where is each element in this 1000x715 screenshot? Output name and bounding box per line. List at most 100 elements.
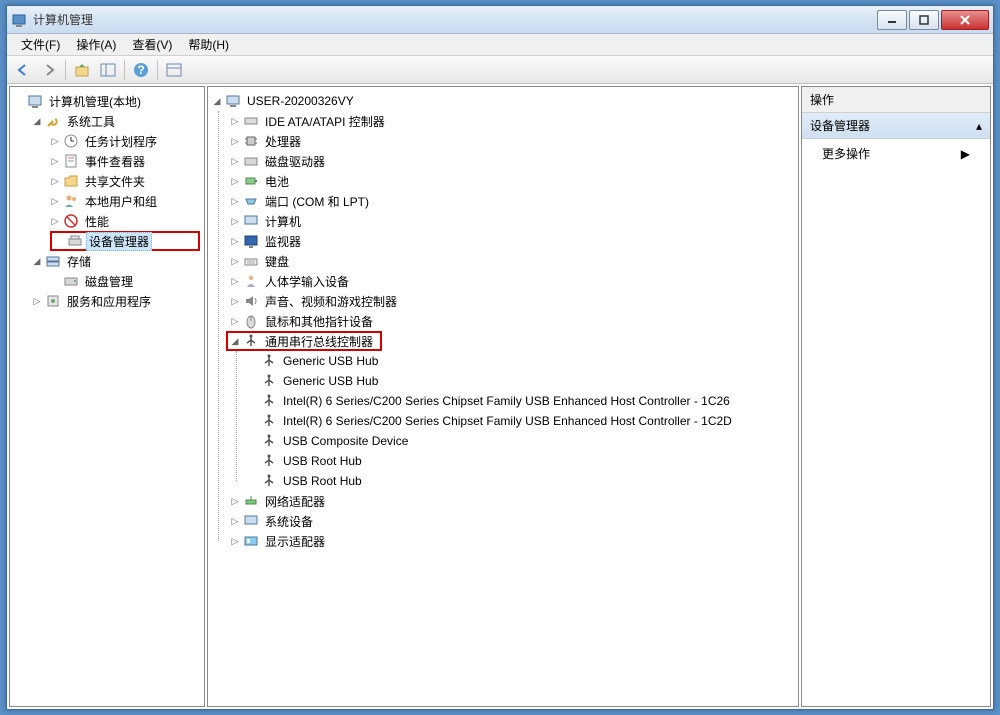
usb-children: Generic USB HubGeneric USB HubIntel(R) 6… <box>228 351 796 491</box>
collapse-icon[interactable]: ◢ <box>30 254 44 268</box>
expand-icon[interactable]: ▷ <box>228 254 242 268</box>
tree-root-computer-mgmt[interactable]: 计算机管理(本地) <box>12 91 202 111</box>
expand-icon[interactable]: ▷ <box>48 134 62 148</box>
device-monitor[interactable]: ▷监视器 <box>228 231 796 251</box>
device-ide[interactable]: ▷ IDE ATA/ATAPI 控制器 <box>228 111 796 131</box>
minimize-button[interactable] <box>877 10 907 30</box>
tree-label: IDE ATA/ATAPI 控制器 <box>262 112 388 131</box>
device-disk-drives[interactable]: ▷磁盘驱动器 <box>228 151 796 171</box>
help-button[interactable]: ? <box>129 58 153 82</box>
tree-label: 声音、视频和游戏控制器 <box>262 292 400 311</box>
forward-button[interactable] <box>37 58 61 82</box>
tree-storage[interactable]: ◢ 存储 <box>30 251 202 271</box>
usb-device-item[interactable]: USB Root Hub <box>246 451 796 471</box>
titlebar: 计算机管理 <box>7 6 993 34</box>
device-battery[interactable]: ▷电池 <box>228 171 796 191</box>
expand-icon[interactable]: ▷ <box>228 534 242 548</box>
device-ports[interactable]: ▷端口 (COM 和 LPT) <box>228 191 796 211</box>
device-keyboard[interactable]: ▷键盘 <box>228 251 796 271</box>
usb-device-item[interactable]: Intel(R) 6 Series/C200 Series Chipset Fa… <box>246 411 796 431</box>
device-usb-controllers[interactable]: ◢通用串行总线控制器 <box>226 331 382 351</box>
device-hid[interactable]: ▷人体学输入设备 <box>228 271 796 291</box>
collapse-icon[interactable]: ◢ <box>30 114 44 128</box>
expand-icon[interactable]: ▷ <box>228 214 242 228</box>
tree-performance[interactable]: ▷ 性能 <box>48 211 202 231</box>
expand-icon[interactable]: ▷ <box>30 294 44 308</box>
tree-device-manager[interactable]: 设备管理器 <box>50 231 200 251</box>
device-mouse[interactable]: ▷鼠标和其他指针设备 <box>228 311 796 331</box>
maximize-button[interactable] <box>909 10 939 30</box>
usb-device-item[interactable]: Intel(R) 6 Series/C200 Series Chipset Fa… <box>246 391 796 411</box>
device-system[interactable]: ▷系统设备 <box>228 511 796 531</box>
menu-file[interactable]: 文件(F) <box>13 34 68 55</box>
usb-device-item[interactable]: Generic USB Hub <box>246 371 796 391</box>
tree-services[interactable]: ▷ 服务和应用程序 <box>30 291 202 311</box>
menu-view[interactable]: 查看(V) <box>124 34 180 55</box>
actions-section[interactable]: 设备管理器 ▴ <box>802 113 990 139</box>
expand-icon[interactable]: ▷ <box>228 234 242 248</box>
up-button[interactable] <box>70 58 94 82</box>
device-display[interactable]: ▷显示适配器 <box>228 531 796 551</box>
expander-icon[interactable] <box>52 234 66 248</box>
expand-icon[interactable]: ▷ <box>228 494 242 508</box>
tree-label: Generic USB Hub <box>280 353 381 369</box>
expander-icon[interactable] <box>12 94 26 108</box>
device-network[interactable]: ▷ 网络适配器 <box>228 491 796 511</box>
system-device-icon <box>243 513 259 529</box>
tree-label: 性能 <box>82 212 112 231</box>
tools-icon <box>45 113 61 129</box>
expand-icon[interactable]: ▷ <box>228 154 242 168</box>
left-panel: 计算机管理(本地) ◢ 系统工具 ▷ 任务计划程序 <box>9 86 205 707</box>
usb-device-item[interactable]: Generic USB Hub <box>246 351 796 371</box>
device-tree: ◢ USER-20200326VY ▷ IDE ATA/ATAPI 控制器 ▷处理… <box>208 87 798 555</box>
close-button[interactable] <box>941 10 989 30</box>
usb-device-icon <box>261 433 277 449</box>
expand-icon[interactable]: ▷ <box>228 294 242 308</box>
usb-device-item[interactable]: USB Composite Device <box>246 431 796 451</box>
performance-icon <box>63 213 79 229</box>
tree-system-tools[interactable]: ◢ 系统工具 <box>30 111 202 131</box>
device-computer[interactable]: ▷计算机 <box>228 211 796 231</box>
menu-help[interactable]: 帮助(H) <box>180 34 237 55</box>
device-manager-icon <box>67 233 83 249</box>
tree-task-scheduler[interactable]: ▷ 任务计划程序 <box>48 131 202 151</box>
expand-icon[interactable]: ▷ <box>48 214 62 228</box>
expander-icon[interactable] <box>48 274 62 288</box>
back-button[interactable] <box>11 58 35 82</box>
device-sound[interactable]: ▷ 声音、视频和游戏控制器 <box>228 291 796 311</box>
expand-icon[interactable]: ▷ <box>48 194 62 208</box>
tree-label: 网络适配器 <box>262 492 328 511</box>
expand-icon[interactable]: ▷ <box>48 154 62 168</box>
toolbar-separator <box>157 60 158 80</box>
expand-icon[interactable]: ▷ <box>228 274 242 288</box>
tree-label: 系统工具 <box>64 112 118 131</box>
show-hide-tree-button[interactable] <box>96 58 120 82</box>
collapse-triangle-icon: ▴ <box>976 119 982 133</box>
expand-icon[interactable]: ▷ <box>228 514 242 528</box>
expand-icon[interactable]: ▷ <box>228 114 242 128</box>
window-controls <box>875 10 989 30</box>
menu-action[interactable]: 操作(A) <box>68 34 124 55</box>
tree-shared-folders[interactable]: ▷ 共享文件夹 <box>48 171 202 191</box>
device-cpu[interactable]: ▷处理器 <box>228 131 796 151</box>
toolbar: ? <box>7 56 993 84</box>
more-actions[interactable]: 更多操作 ▶ <box>802 139 990 168</box>
tree-event-viewer[interactable]: ▷ 事件查看器 <box>48 151 202 171</box>
tree-local-users[interactable]: ▷ 本地用户和组 <box>48 191 202 211</box>
tree-label: Intel(R) 6 Series/C200 Series Chipset Fa… <box>280 413 735 429</box>
collapse-icon[interactable]: ◢ <box>210 94 224 108</box>
device-root[interactable]: ◢ USER-20200326VY <box>210 91 796 111</box>
expand-icon[interactable]: ▷ <box>228 134 242 148</box>
expander-icon <box>246 414 260 428</box>
expand-icon[interactable]: ▷ <box>228 174 242 188</box>
expand-icon[interactable]: ▷ <box>228 194 242 208</box>
network-icon <box>243 493 259 509</box>
toolbar-separator <box>65 60 66 80</box>
tree-disk-mgmt[interactable]: 磁盘管理 <box>48 271 202 291</box>
collapse-icon[interactable]: ◢ <box>228 334 242 348</box>
expand-icon[interactable]: ▷ <box>48 174 62 188</box>
usb-device-item[interactable]: USB Root Hub <box>246 471 796 491</box>
disk-icon <box>63 273 79 289</box>
properties-button[interactable] <box>162 58 186 82</box>
expand-icon[interactable]: ▷ <box>228 314 242 328</box>
